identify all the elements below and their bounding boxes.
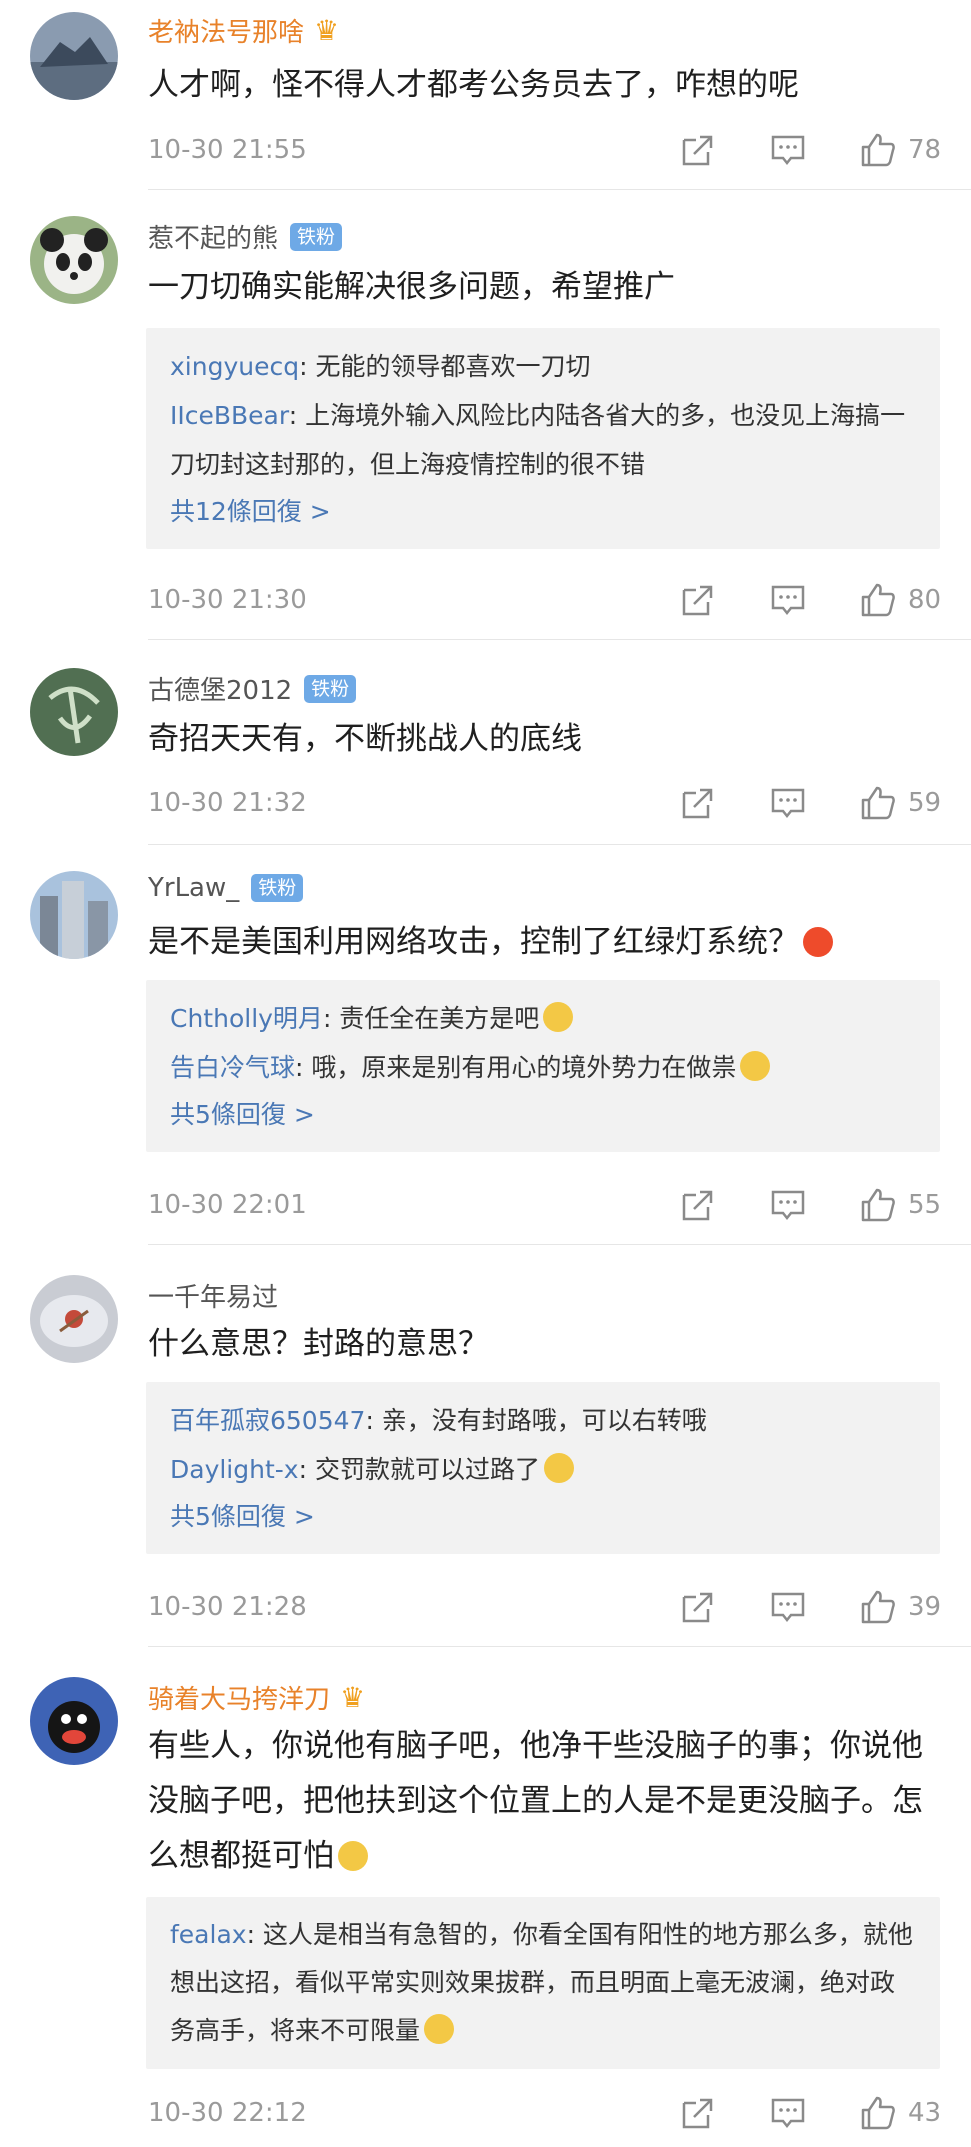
reply-username[interactable]: xingyuecq [170, 352, 299, 381]
comment-footer: 10-30 21:55 78 [148, 130, 941, 170]
comment-item: 一千年易过 什么意思？封路的意思？ 百年孤寂650547: 亲，没有封路哦，可以… [0, 1245, 971, 1647]
avatar[interactable] [30, 1677, 118, 1765]
crown-icon: ♛ [314, 14, 340, 47]
username[interactable]: 古德堡2012 铁粉 [148, 670, 357, 707]
avatar[interactable] [30, 668, 118, 756]
reply-preview[interactable]: 百年孤寂650547: 亲，没有封路哦，可以右转哦 Daylight-x: 交罚… [146, 1382, 940, 1554]
like-count: 59 [908, 788, 942, 818]
like-count: 39 [908, 1592, 942, 1622]
comment-icon[interactable] [770, 1187, 806, 1223]
angry-emoji-icon [803, 927, 833, 957]
thumbs-up-icon[interactable] [860, 582, 896, 618]
timestamp: 10-30 22:12 [148, 2098, 307, 2128]
share-icon[interactable] [680, 582, 716, 618]
reply-preview[interactable]: Chtholly明月: 责任全在美方是吧 告白冷气球: 哦，原来是别有用心的境外… [146, 980, 940, 1152]
avatar[interactable] [30, 871, 118, 959]
dog-emoji-icon [424, 2014, 455, 2044]
scared-emoji-icon [543, 1453, 574, 1483]
reply-item: Chtholly明月: 责任全在美方是吧 [170, 994, 916, 1043]
username[interactable]: 惹不起的熊 铁粉 [148, 218, 343, 255]
reply-item: Daylight-x: 交罚款就可以过路了 [170, 1445, 916, 1494]
comment-icon[interactable] [770, 1589, 806, 1625]
reply-username[interactable]: Daylight-x [170, 1455, 299, 1484]
reply-preview[interactable]: fealax: 这人是相当有急智的，你看全国有阳性的地方那么多，就他想出这招，看… [146, 1897, 940, 2069]
more-replies-link[interactable]: 共12條回復 > [170, 489, 916, 535]
comment-footer: 10-30 22:01 55 [148, 1185, 941, 1225]
comment-footer: 10-30 21:32 59 [148, 783, 941, 823]
timestamp: 10-30 21:55 [148, 135, 307, 165]
timestamp: 10-30 21:28 [148, 1592, 307, 1622]
share-icon[interactable] [680, 132, 716, 168]
username[interactable]: 老衲法号那啥 ♛ [148, 12, 339, 49]
timestamp: 10-30 21:32 [148, 788, 307, 818]
reply-username[interactable]: IIceBBear [170, 401, 289, 430]
share-icon[interactable] [680, 1589, 716, 1625]
comment-text: 一刀切确实能解决很多问题，希望推广 [148, 269, 675, 305]
reply-username[interactable]: fealax [170, 1920, 247, 1949]
reply-item: xingyuecq: 无能的领导都喜欢一刀切 [170, 352, 591, 381]
comment-item: 老衲法号那啥 ♛ 人才啊，怪不得人才都考公务员去了，咋想的呢 10-30 21:… [0, 0, 971, 190]
comment-text: 是不是美国利用网络攻击，控制了红绿灯系统？ [148, 915, 941, 970]
thumbs-up-icon[interactable] [860, 785, 896, 821]
comment-footer: 10-30 22:12 43 [148, 2093, 941, 2133]
fan-badge: 铁粉 [304, 674, 357, 703]
more-replies-link[interactable]: 共5條回復 > [170, 1494, 916, 1540]
comment-icon[interactable] [770, 132, 806, 168]
like-count: 80 [908, 585, 942, 615]
drooling-emoji-icon [338, 1841, 368, 1871]
comment-text: 什么意思？封路的意思？ [148, 1326, 489, 1362]
more-replies-link[interactable]: 共5條回復 > [170, 1092, 916, 1138]
like-count: 43 [908, 2098, 942, 2128]
fan-badge: 铁粉 [251, 874, 304, 902]
comment-item: YrLaw_ 铁粉 是不是美国利用网络攻击，控制了红绿灯系统？ Chtholly… [0, 845, 971, 1245]
share-icon[interactable] [680, 1187, 716, 1223]
username[interactable]: 骑着大马挎洋刀 ♛ [148, 1679, 365, 1716]
laughing-emoji-icon [740, 1051, 771, 1081]
crown-icon: ♛ [340, 1681, 366, 1714]
reply-item: IIceBBear: 上海境外输入风险比内陆各省大的多，也没见上海搞一刀切封这封… [170, 401, 906, 479]
like-count: 78 [908, 135, 942, 165]
thumbs-up-icon[interactable] [860, 2095, 896, 2131]
reply-preview[interactable]: xingyuecq: 无能的领导都喜欢一刀切 IIceBBear: 上海境外输入… [146, 328, 940, 549]
reply-item: 百年孤寂650547: 亲，没有封路哦，可以右转哦 [170, 1406, 707, 1435]
reply-item: 告白冷气球: 哦，原来是别有用心的境外势力在做祟 [170, 1043, 916, 1092]
emoji-icon [543, 1002, 574, 1032]
username[interactable]: YrLaw_ 铁粉 [148, 873, 304, 903]
thumbs-up-icon[interactable] [860, 1589, 896, 1625]
share-icon[interactable] [680, 2095, 716, 2131]
comment-icon[interactable] [770, 785, 806, 821]
timestamp: 10-30 21:30 [148, 585, 307, 615]
comment-footer: 10-30 21:28 39 [148, 1587, 941, 1627]
comment-item: 骑着大马挎洋刀 ♛ 有些人，你说他有脑子吧，他净干些没脑子的事；你说他没脑子吧，… [0, 1647, 971, 2147]
like-count: 55 [908, 1190, 942, 1220]
reply-username[interactable]: Chtholly明月 [170, 1004, 323, 1033]
avatar[interactable] [30, 216, 118, 304]
avatar[interactable] [30, 12, 118, 100]
comment-item: 惹不起的熊 铁粉 一刀切确实能解决很多问题，希望推广 xingyuecq: 无能… [0, 190, 971, 640]
comment-text: 奇招天天有，不断挑战人的底线 [148, 721, 582, 757]
comment-text: 有些人，你说他有脑子吧，他净干些没脑子的事；你说他没脑子吧，把他扶到这个位置上的… [148, 1728, 923, 1874]
comment-text: 人才啊，怪不得人才都考公务员去了，咋想的呢 [148, 67, 799, 103]
username[interactable]: 一千年易过 [148, 1277, 278, 1314]
reply-item: fealax: 这人是相当有急智的，你看全国有阳性的地方那么多，就他想出这招，看… [170, 1920, 913, 2045]
comment-item: 古德堡2012 铁粉 奇招天天有，不断挑战人的底线 10-30 21:32 59 [0, 640, 971, 845]
share-icon[interactable] [680, 785, 716, 821]
fan-badge: 铁粉 [290, 222, 343, 251]
timestamp: 10-30 22:01 [148, 1190, 307, 1220]
avatar[interactable] [30, 1275, 118, 1363]
reply-username[interactable]: 告白冷气球 [170, 1053, 295, 1082]
comment-footer: 10-30 21:30 80 [148, 580, 941, 620]
reply-username[interactable]: 百年孤寂650547 [170, 1406, 365, 1435]
comment-icon[interactable] [770, 2095, 806, 2131]
comment-icon[interactable] [770, 582, 806, 618]
thumbs-up-icon[interactable] [860, 1187, 896, 1223]
thumbs-up-icon[interactable] [860, 132, 896, 168]
